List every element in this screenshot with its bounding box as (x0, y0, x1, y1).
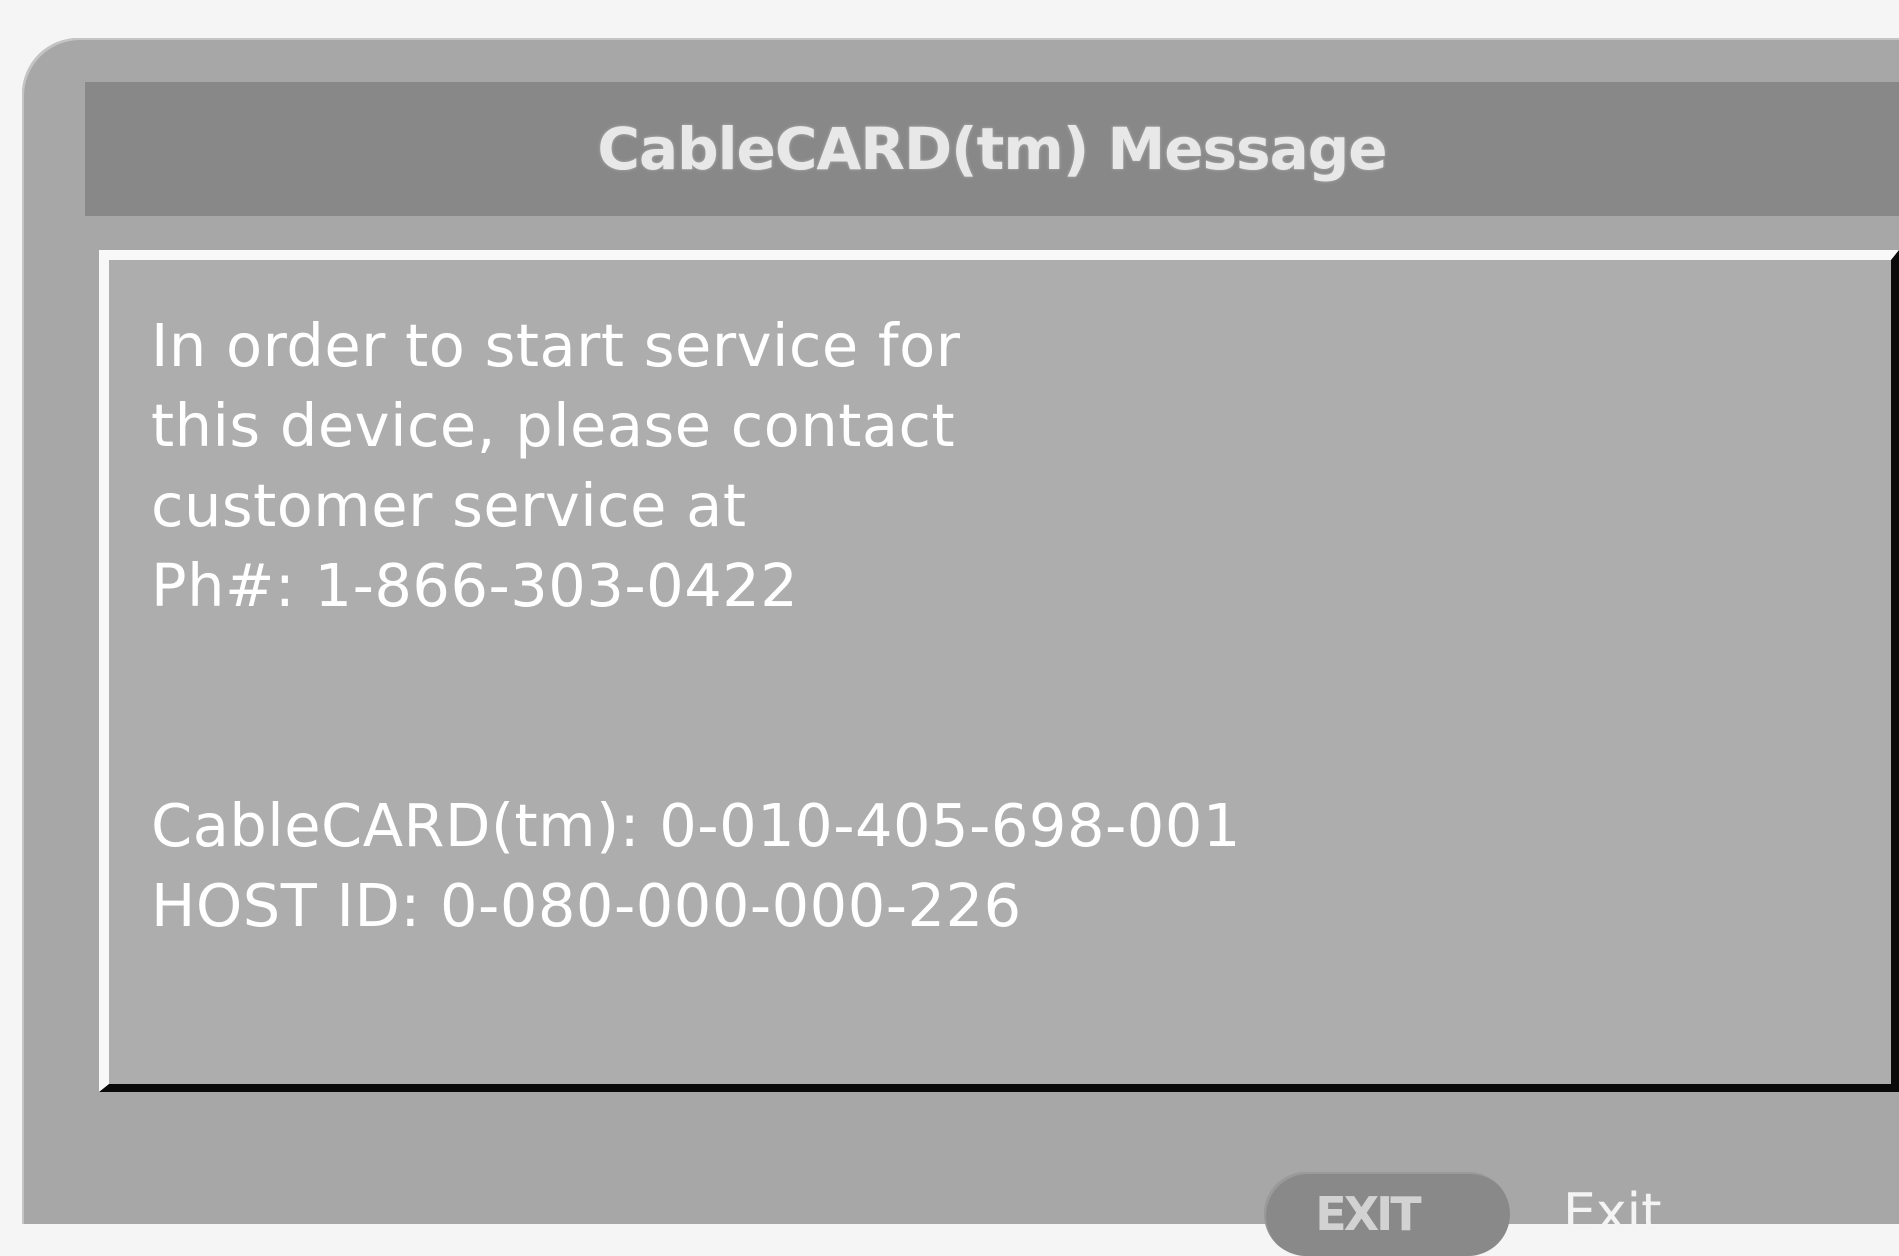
blank-line (151, 706, 1241, 786)
phone-number-line: Ph#: 1-866-303-0422 (151, 551, 799, 620)
host-id-line: HOST ID: 0-080-000-000-226 (151, 871, 1022, 940)
exit-button[interactable]: EXIT (1264, 1172, 1510, 1256)
message-line: customer service at (151, 471, 747, 540)
dialog-footer: EXIT Exit (22, 1128, 1899, 1256)
dialog-title-bar: CableCARD(tm) Message (85, 82, 1899, 216)
cablecard-message-dialog: CableCARD(tm) Message In order to start … (22, 38, 1899, 1256)
exit-label: Exit (1563, 1183, 1662, 1243)
message-line: In order to start service for (151, 311, 961, 380)
message-box: In order to start service for this devic… (99, 250, 1899, 1092)
exit-button-label: EXIT (1315, 1187, 1421, 1241)
dialog-title: CableCARD(tm) Message (597, 115, 1387, 183)
message-line: this device, please contact (151, 391, 956, 460)
message-text: In order to start service for this devic… (151, 306, 1241, 946)
blank-line (151, 626, 1241, 706)
cablecard-id-line: CableCARD(tm): 0-010-405-698-001 (151, 791, 1241, 860)
